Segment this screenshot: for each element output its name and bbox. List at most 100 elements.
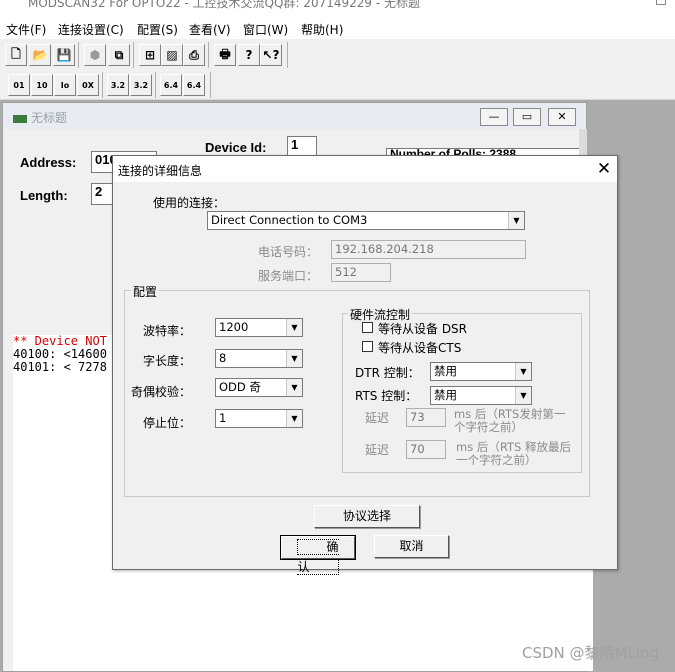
ok-button[interactable]: 确认 [280,535,356,575]
document-title-bar: 无标题 — ▭ ✕ [3,103,586,129]
menu-setup[interactable]: 配置(S) [137,21,178,38]
toolbar-separator [155,72,156,98]
connect-icon[interactable]: ⬢ [84,44,106,66]
toolbar-separator [133,42,134,68]
parity-value: ODD 奇 [219,380,261,394]
dtr-label: DTR 控制： [355,366,420,380]
word-length-select[interactable]: 8 ▼ [215,349,303,368]
new-file-icon[interactable]: 🗋 [5,44,27,66]
app-title-bar: MODSCAN32 For OPTO22 - 工控技术交流QQ群: 207149… [0,0,675,14]
maximize-icon[interactable] [656,0,666,5]
phone-field: 192.168.204.218 [331,240,526,259]
log-line: 40101: < 7278 [13,360,107,374]
phone-label: 电话号码： [258,245,319,259]
rts-label: RTS 控制： [355,389,418,403]
port-label: 服务端口： [258,269,319,283]
config-group-label: 配置 [131,283,160,300]
chevron-down-icon: ▼ [515,387,531,404]
context-help-icon[interactable]: ↖? [260,44,282,66]
delay1-description: ms 后（RTS发射第一个字符之前） [454,407,566,434]
format-hex-button[interactable]: 0X [77,74,99,96]
disconnect-icon[interactable]: ⧉ [108,44,130,66]
open-folder-icon[interactable]: 📂 [29,44,51,66]
save-icon[interactable]: 💾 [53,44,75,66]
chevron-down-icon: ▼ [286,350,302,367]
length-label: Length: [20,188,68,203]
menu-window[interactable]: 窗口(W) [243,21,288,38]
data-display: ** Device NOT 40100: <14600 40101: < 727… [13,335,123,671]
chevron-down-icon: ▼ [286,379,302,396]
connection-value: Direct Connection to COM3 [211,213,368,227]
menu-help[interactable]: 帮助(H) [301,21,343,38]
dsr-checkbox[interactable] [362,322,373,333]
chevron-down-icon: ▼ [286,319,302,336]
menu-connection[interactable]: 连接设置(C) [58,21,124,38]
display-options-icon[interactable]: ⊞ [139,44,161,66]
dtr-select[interactable]: 禁用 ▼ [430,362,532,381]
cts-label: 等待从设备CTS [378,341,462,355]
dtr-value: 禁用 [434,364,457,378]
menu-bar: 文件(F) 连接设置(C) 配置(S) 查看(V) 窗口(W) 帮助(H) [0,18,675,38]
port-field: 512 [331,263,391,282]
toolbar-separator [287,42,288,68]
connection-label: 使用的连接： [153,196,226,210]
delay2-description: ms 后（RTS 释放最后一个字符之前） [456,440,571,467]
format-double-swap-button[interactable]: 6.4 [183,74,205,96]
stop-bits-value: 1 [219,411,227,425]
printer-icon[interactable]: 🖶 [214,44,236,66]
delay1-field: 73 [406,408,446,427]
toolbar-separator [102,72,103,98]
menu-file[interactable]: 文件(F) [6,21,46,38]
dialog-close-icon[interactable]: ✕ [593,158,615,180]
format-float32-swap-button[interactable]: 3.2 [130,74,152,96]
connection-select[interactable]: Direct Connection to COM3 ▼ [207,211,525,230]
parity-label: 奇偶校验： [131,385,192,399]
word-length-label: 字长度： [143,354,192,368]
protocol-select-button[interactable]: 协议选择 [314,505,420,528]
baud-value: 1200 [219,320,249,334]
baud-select[interactable]: 1200 ▼ [215,318,303,337]
format-double-button[interactable]: 6.4 [160,74,182,96]
dialog-title: 连接的详细信息 [118,164,203,178]
device-id-input[interactable]: 1 [287,136,317,157]
toolbar-separator [210,72,211,98]
chevron-down-icon: ▼ [515,363,531,380]
main-toolbar: 🗋 📂 💾 ⬢ ⧉ ⊞ ▨ ⎙ 🖶 ? ↖? [0,39,675,71]
format-input-button[interactable]: 10 [31,74,53,96]
delay1-label: 延迟 [365,411,390,425]
delay2-label: 延迟 [365,443,390,457]
baud-label: 波特率： [143,324,192,338]
word-length-value: 8 [219,351,227,365]
rts-select[interactable]: 禁用 ▼ [430,386,532,405]
menu-view[interactable]: 查看(V) [189,21,231,38]
print-preview-icon[interactable]: ⎙ [183,44,205,66]
cancel-button[interactable]: 取消 [374,535,449,558]
dsr-label: 等待从设备 DSR [378,322,468,336]
delay2-field: 70 [406,440,446,459]
stop-bits-select[interactable]: 1 ▼ [215,409,303,428]
app-title: MODSCAN32 For OPTO22 - 工控技术交流QQ群: 207149… [28,0,420,10]
ok-button-label: 确认 [297,539,339,575]
minimize-button[interactable]: — [480,108,508,126]
help-icon[interactable]: ? [238,44,260,66]
chevron-down-icon: ▼ [286,410,302,427]
rts-value: 禁用 [434,388,457,402]
restore-button[interactable]: ▭ [513,108,541,126]
watermark: CSDN @黎陌MLing [521,644,659,662]
parity-select[interactable]: ODD 奇 ▼ [215,378,303,397]
document-title: 无标题 [31,111,68,125]
format-io-button[interactable]: Io [54,74,76,96]
format-float32-button[interactable]: 3.2 [107,74,129,96]
toolbar-separator [78,42,79,68]
document-icon [13,115,27,123]
connection-details-dialog: 连接的详细信息 ✕ 使用的连接： Direct Connection to CO… [112,155,618,575]
cts-checkbox[interactable] [362,341,373,352]
stop-bits-label: 停止位： [143,416,192,430]
chart-icon[interactable]: ▨ [161,44,183,66]
address-label: Address: [20,155,77,170]
close-button[interactable]: ✕ [548,108,576,126]
chevron-down-icon: ▼ [508,212,524,229]
format-coil-button[interactable]: 01 [8,74,30,96]
dialog-title-bar: 连接的详细信息 ✕ [113,156,617,182]
format-toolbar: 01 10 Io 0X 3.2 3.2 6.4 6.4 [0,69,675,100]
